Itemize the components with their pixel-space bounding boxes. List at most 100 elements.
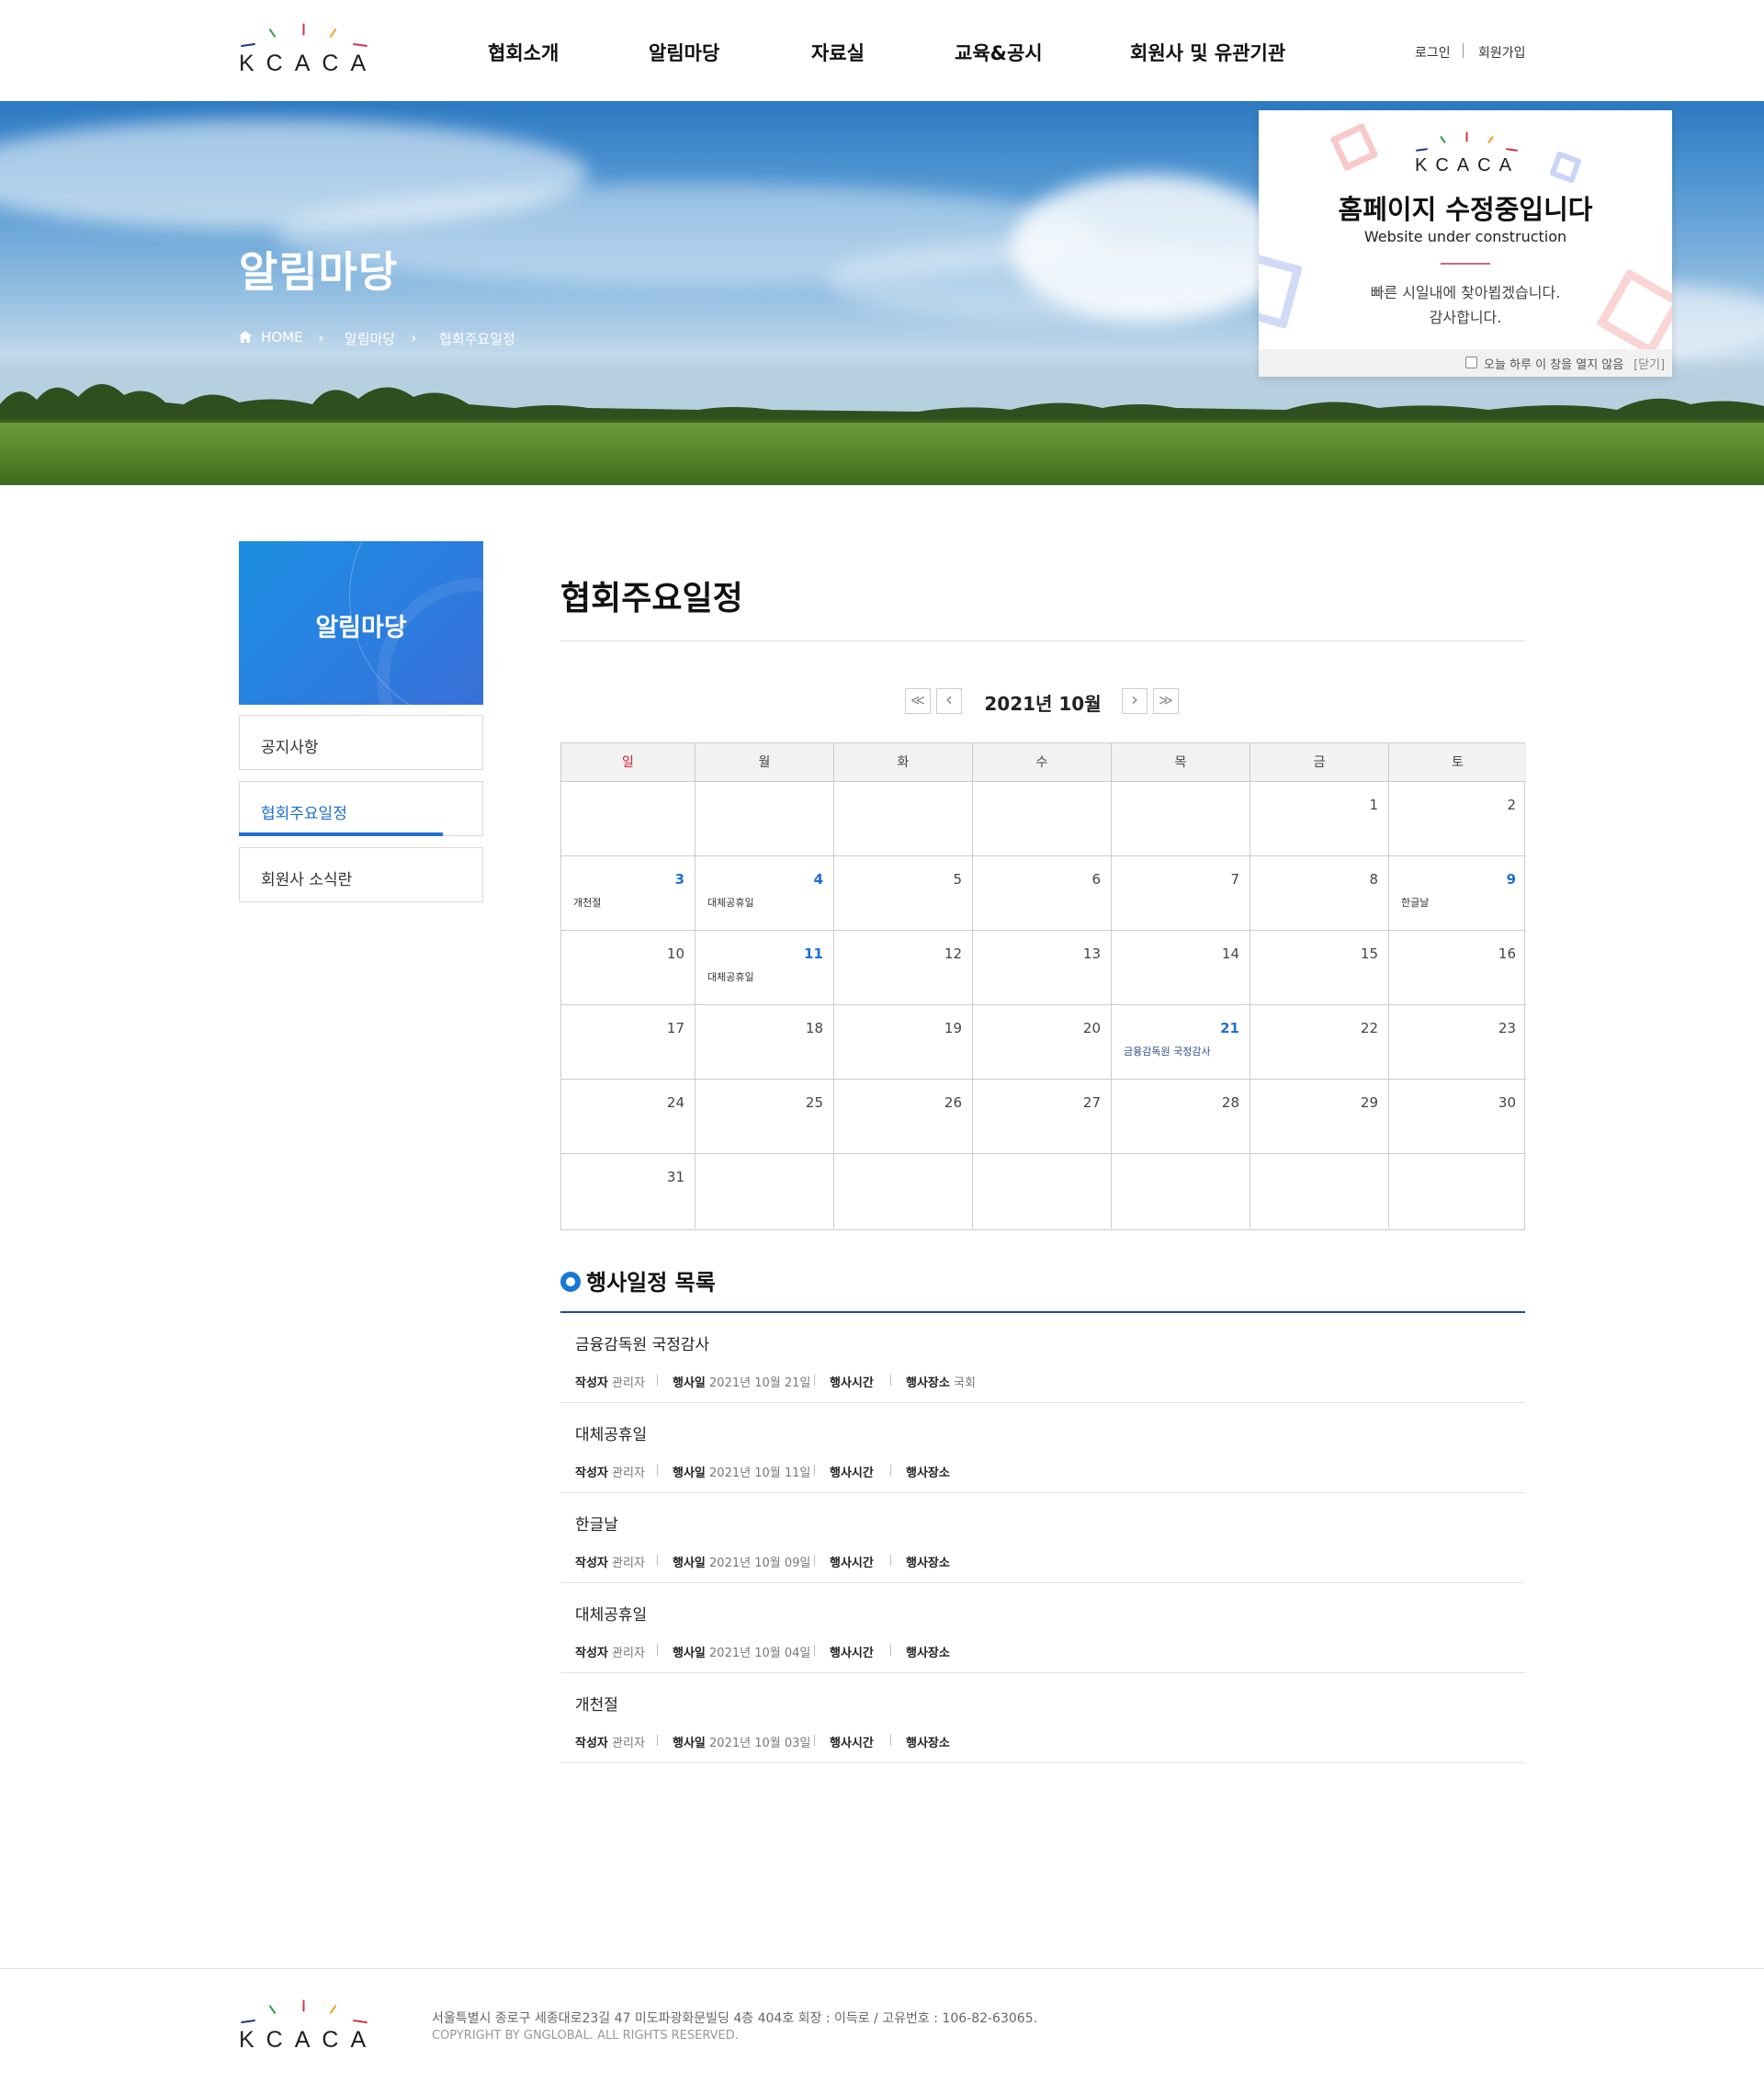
event-meta-writer: 작성자 관리자: [575, 1733, 645, 1750]
breadcrumb-section[interactable]: 알림마당: [345, 329, 395, 348]
event-name[interactable]: 금융감독원 국정감사: [575, 1331, 709, 1354]
calendar-day-cell[interactable]: 3 개천절: [561, 856, 695, 931]
calendar-day-cell[interactable]: 1: [1250, 782, 1389, 856]
meta-label: 작성자: [575, 1647, 608, 1660]
calendar-day-cell[interactable]: 15: [1250, 931, 1389, 1005]
meta-value: 2021년 10월 21일: [709, 1376, 811, 1390]
signup-link[interactable]: 회원가입: [1478, 43, 1526, 62]
meta-value: 2021년 10월 09일: [709, 1557, 811, 1570]
calendar-day-cell[interactable]: 18: [695, 1005, 834, 1080]
calendar-event-label[interactable]: 대체공휴일: [707, 969, 754, 984]
calendar-grid: 일 월 화 수 목 금 토 1 2 3 개천절 4 대체공휴일 5 6 7 8 9 한글날 10 11 대체공휴일 12 13…: [560, 742, 1526, 1230]
next-month-button[interactable]: ›: [1122, 688, 1148, 714]
nav-item-members[interactable]: 회원사 및 유관기관: [1130, 39, 1285, 66]
meta-value: 관리자: [612, 1647, 645, 1660]
calendar-day-cell[interactable]: 22: [1250, 1005, 1389, 1080]
day-number: 16: [1498, 945, 1516, 962]
calendar-day-cell[interactable]: 19: [834, 1005, 973, 1080]
calendar-event-label[interactable]: 개천절: [573, 895, 601, 910]
sidebar-item-member-news[interactable]: 회원사 소식란: [239, 847, 483, 902]
dont-show-checkbox[interactable]: [1465, 357, 1477, 368]
calendar-day-cell[interactable]: 29: [1250, 1080, 1389, 1154]
calendar-day-cell[interactable]: 17: [561, 1005, 695, 1080]
calendar-empty-cell: [973, 782, 1112, 856]
dont-show-label[interactable]: 오늘 하루 이 창을 열지 않음: [1484, 355, 1623, 372]
breadcrumb-home[interactable]: HOME: [261, 329, 303, 345]
event-list-item[interactable]: 대체공휴일 작성자 관리자 행사일 2021년 10월 11일 행사시간 행사장소: [560, 1403, 1525, 1493]
calendar-event-label[interactable]: 금융감독원 국정감사: [1124, 1044, 1211, 1058]
calendar-day-cell[interactable]: 23: [1389, 1005, 1526, 1080]
popup-close-button[interactable]: [닫기]: [1634, 355, 1665, 372]
calendar-day-cell[interactable]: 26: [834, 1080, 973, 1154]
calendar-day-cell[interactable]: 8: [1250, 856, 1389, 931]
day-number: 14: [1221, 945, 1239, 962]
calendar-day-cell[interactable]: 16: [1389, 931, 1526, 1005]
calendar-empty-cell: [561, 782, 695, 856]
calendar-day-cell[interactable]: 20: [973, 1005, 1112, 1080]
calendar-day-cell[interactable]: 27: [973, 1080, 1112, 1154]
meta-divider: [890, 1555, 891, 1566]
calendar-day-cell[interactable]: 13: [973, 931, 1112, 1005]
site-logo[interactable]: KCACA: [239, 23, 377, 77]
calendar-day-cell[interactable]: 12: [834, 931, 973, 1005]
last-month-button[interactable]: ≫: [1153, 688, 1179, 714]
calendar-day-cell[interactable]: 24: [561, 1080, 695, 1154]
nav-item-about[interactable]: 협회소개: [488, 39, 559, 66]
sidebar-item-label: 회원사 소식란: [261, 871, 353, 889]
deco-square: [1329, 122, 1379, 172]
calendar-event-label[interactable]: 대체공휴일: [707, 895, 754, 910]
day-number: 3: [674, 871, 684, 888]
calendar-day-cell[interactable]: 14: [1112, 931, 1250, 1005]
calendar-day-cell[interactable]: 30: [1389, 1080, 1526, 1154]
popup-message-2: 감사합니다.: [1429, 309, 1502, 326]
calendar-day-cell[interactable]: 10: [561, 931, 695, 1005]
breadcrumb-current: 협회주요일정: [439, 331, 515, 347]
calendar-day-cell[interactable]: 4 대체공휴일: [695, 856, 834, 931]
event-name[interactable]: 대체공휴일: [575, 1421, 647, 1444]
nav-item-archive[interactable]: 자료실: [811, 39, 865, 66]
calendar-day-cell[interactable]: 6: [973, 856, 1112, 931]
nav-item-education[interactable]: 교육&공시: [955, 39, 1043, 66]
day-number: 31: [666, 1169, 684, 1185]
hero-title: 알림마당: [239, 247, 399, 297]
calendar-day-cell[interactable]: 31: [561, 1154, 695, 1228]
event-list-item[interactable]: 대체공휴일 작성자 관리자 행사일 2021년 10월 04일 행사시간 행사장소: [560, 1583, 1525, 1673]
calendar-day-cell[interactable]: 9 한글날: [1389, 856, 1526, 931]
day-number: 21: [1220, 1020, 1239, 1036]
title-divider: [560, 640, 1525, 641]
calendar-day-cell[interactable]: 28: [1112, 1080, 1250, 1154]
login-link[interactable]: 로그인: [1415, 43, 1451, 62]
event-list-item[interactable]: 금융감독원 국정감사 작성자 관리자 행사일 2021년 10월 21일 행사시간 행…: [560, 1313, 1525, 1403]
calendar-day-cell[interactable]: 7: [1112, 856, 1250, 931]
day-number: 4: [813, 871, 823, 888]
event-name[interactable]: 한글날: [575, 1511, 618, 1534]
event-list-item[interactable]: 한글날 작성자 관리자 행사일 2021년 10월 09일 행사시간 행사장소: [560, 1493, 1525, 1583]
home-icon[interactable]: [239, 330, 252, 346]
weekday-header: 월: [695, 743, 834, 782]
event-name[interactable]: 대체공휴일: [575, 1602, 647, 1625]
logo-ray: [302, 23, 305, 36]
event-name[interactable]: 개천절: [575, 1692, 618, 1715]
calendar-event-label[interactable]: 한글날: [1401, 895, 1429, 910]
calendar-day-cell[interactable]: 11 대체공휴일: [695, 931, 834, 1005]
logo-ray: [329, 28, 337, 39]
first-month-button[interactable]: ≪: [905, 688, 931, 714]
event-list-item[interactable]: 개천절 작성자 관리자 행사일 2021년 10월 03일 행사시간 행사장소: [560, 1673, 1525, 1763]
calendar-empty-cell: [834, 1154, 973, 1228]
meta-label: 행사일: [673, 1466, 706, 1480]
meta-label: 작성자: [575, 1376, 608, 1390]
calendar-empty-cell: [1112, 782, 1250, 856]
sidebar-item-schedule[interactable]: 협회주요일정: [239, 781, 483, 836]
calendar-day-cell[interactable]: 25: [695, 1080, 834, 1154]
calendar-empty-cell: [834, 782, 973, 856]
day-number: 26: [944, 1094, 962, 1111]
event-meta-time: 행사시간: [830, 1373, 874, 1390]
sidebar-item-notice[interactable]: 공지사항: [239, 715, 483, 770]
calendar-day-cell[interactable]: 5: [834, 856, 973, 931]
nav-item-notice[interactable]: 알림마당: [649, 39, 719, 66]
meta-value: 관리자: [612, 1557, 645, 1570]
popup-message-1: 빠른 시일내에 찾아뵙겠습니다.: [1370, 284, 1561, 301]
calendar-day-cell[interactable]: 21 금융감독원 국정감사: [1112, 1005, 1250, 1080]
calendar-day-cell[interactable]: 2: [1389, 782, 1526, 856]
footer-logo[interactable]: KCACA: [239, 1999, 377, 2054]
